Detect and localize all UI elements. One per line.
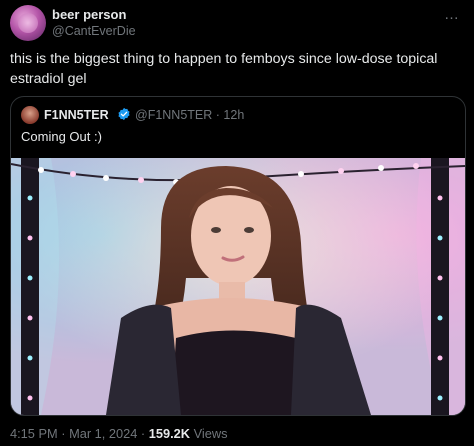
more-options-icon[interactable]: … bbox=[444, 6, 460, 23]
quoted-author-name[interactable]: F1NN5TER bbox=[44, 108, 109, 122]
quoted-age: · 12h bbox=[215, 108, 245, 122]
quoted-photo[interactable] bbox=[11, 158, 465, 415]
views-label: Views bbox=[193, 426, 228, 441]
tweet-time[interactable]: 4:15 PM bbox=[10, 426, 58, 441]
quoted-author-avatar[interactable] bbox=[21, 106, 39, 124]
quoted-text: Coming Out :) bbox=[21, 129, 102, 144]
meta-separator: · bbox=[140, 426, 146, 441]
tweet-text: this is the biggest thing to happen to f… bbox=[10, 51, 438, 87]
author-name[interactable]: beer person bbox=[52, 7, 126, 22]
photo-illustration bbox=[11, 158, 465, 415]
verified-badge-icon bbox=[118, 107, 130, 121]
tweet-date[interactable]: Mar 1, 2024 bbox=[69, 426, 137, 441]
author-avatar[interactable] bbox=[10, 5, 46, 41]
quoted-tweet[interactable]: F1NN5TER @F1NN5TER · 12h Coming Out :) bbox=[10, 96, 466, 416]
meta-separator: · bbox=[61, 426, 66, 441]
tweet-meta: 4:15 PM · Mar 1, 2024 · 159.2K Views bbox=[10, 426, 227, 441]
views-count: 159.2K bbox=[148, 426, 191, 441]
quoted-author-handle[interactable]: @F1NN5TER · 12h bbox=[135, 108, 244, 122]
author-handle[interactable]: @CantEverDie bbox=[52, 24, 136, 38]
quoted-handle-text: @F1NN5TER bbox=[135, 108, 213, 122]
